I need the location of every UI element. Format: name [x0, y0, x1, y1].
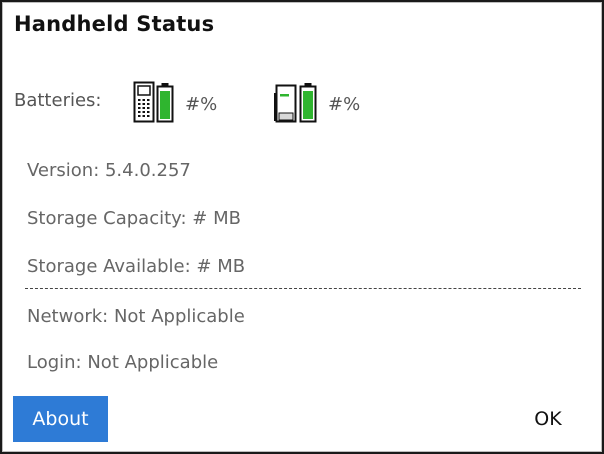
ok-button[interactable]: OK — [518, 398, 578, 440]
login-text: Login: Not Applicable — [27, 352, 219, 373]
dialog-title: Handheld Status — [14, 12, 215, 36]
handheld-battery-icon — [133, 80, 181, 128]
handheld-battery: #% — [133, 80, 217, 128]
cradle-battery-percent: #% — [328, 93, 361, 115]
batteries-label: Batteries: — [14, 90, 102, 111]
version-text: Version: 5.4.0.257 — [27, 160, 191, 181]
section-divider — [25, 288, 581, 289]
storage-available-text: Storage Available: # MB — [27, 256, 246, 277]
handheld-status-dialog: Handheld Status Batteries: #% #% Version… — [0, 0, 604, 454]
network-text: Network: Not Applicable — [27, 306, 245, 327]
cradle-battery-icon — [272, 80, 324, 128]
cradle-battery: #% — [272, 80, 360, 128]
about-button[interactable]: About — [13, 396, 108, 442]
storage-capacity-text: Storage Capacity: # MB — [27, 208, 241, 229]
handheld-battery-percent: #% — [185, 93, 218, 115]
